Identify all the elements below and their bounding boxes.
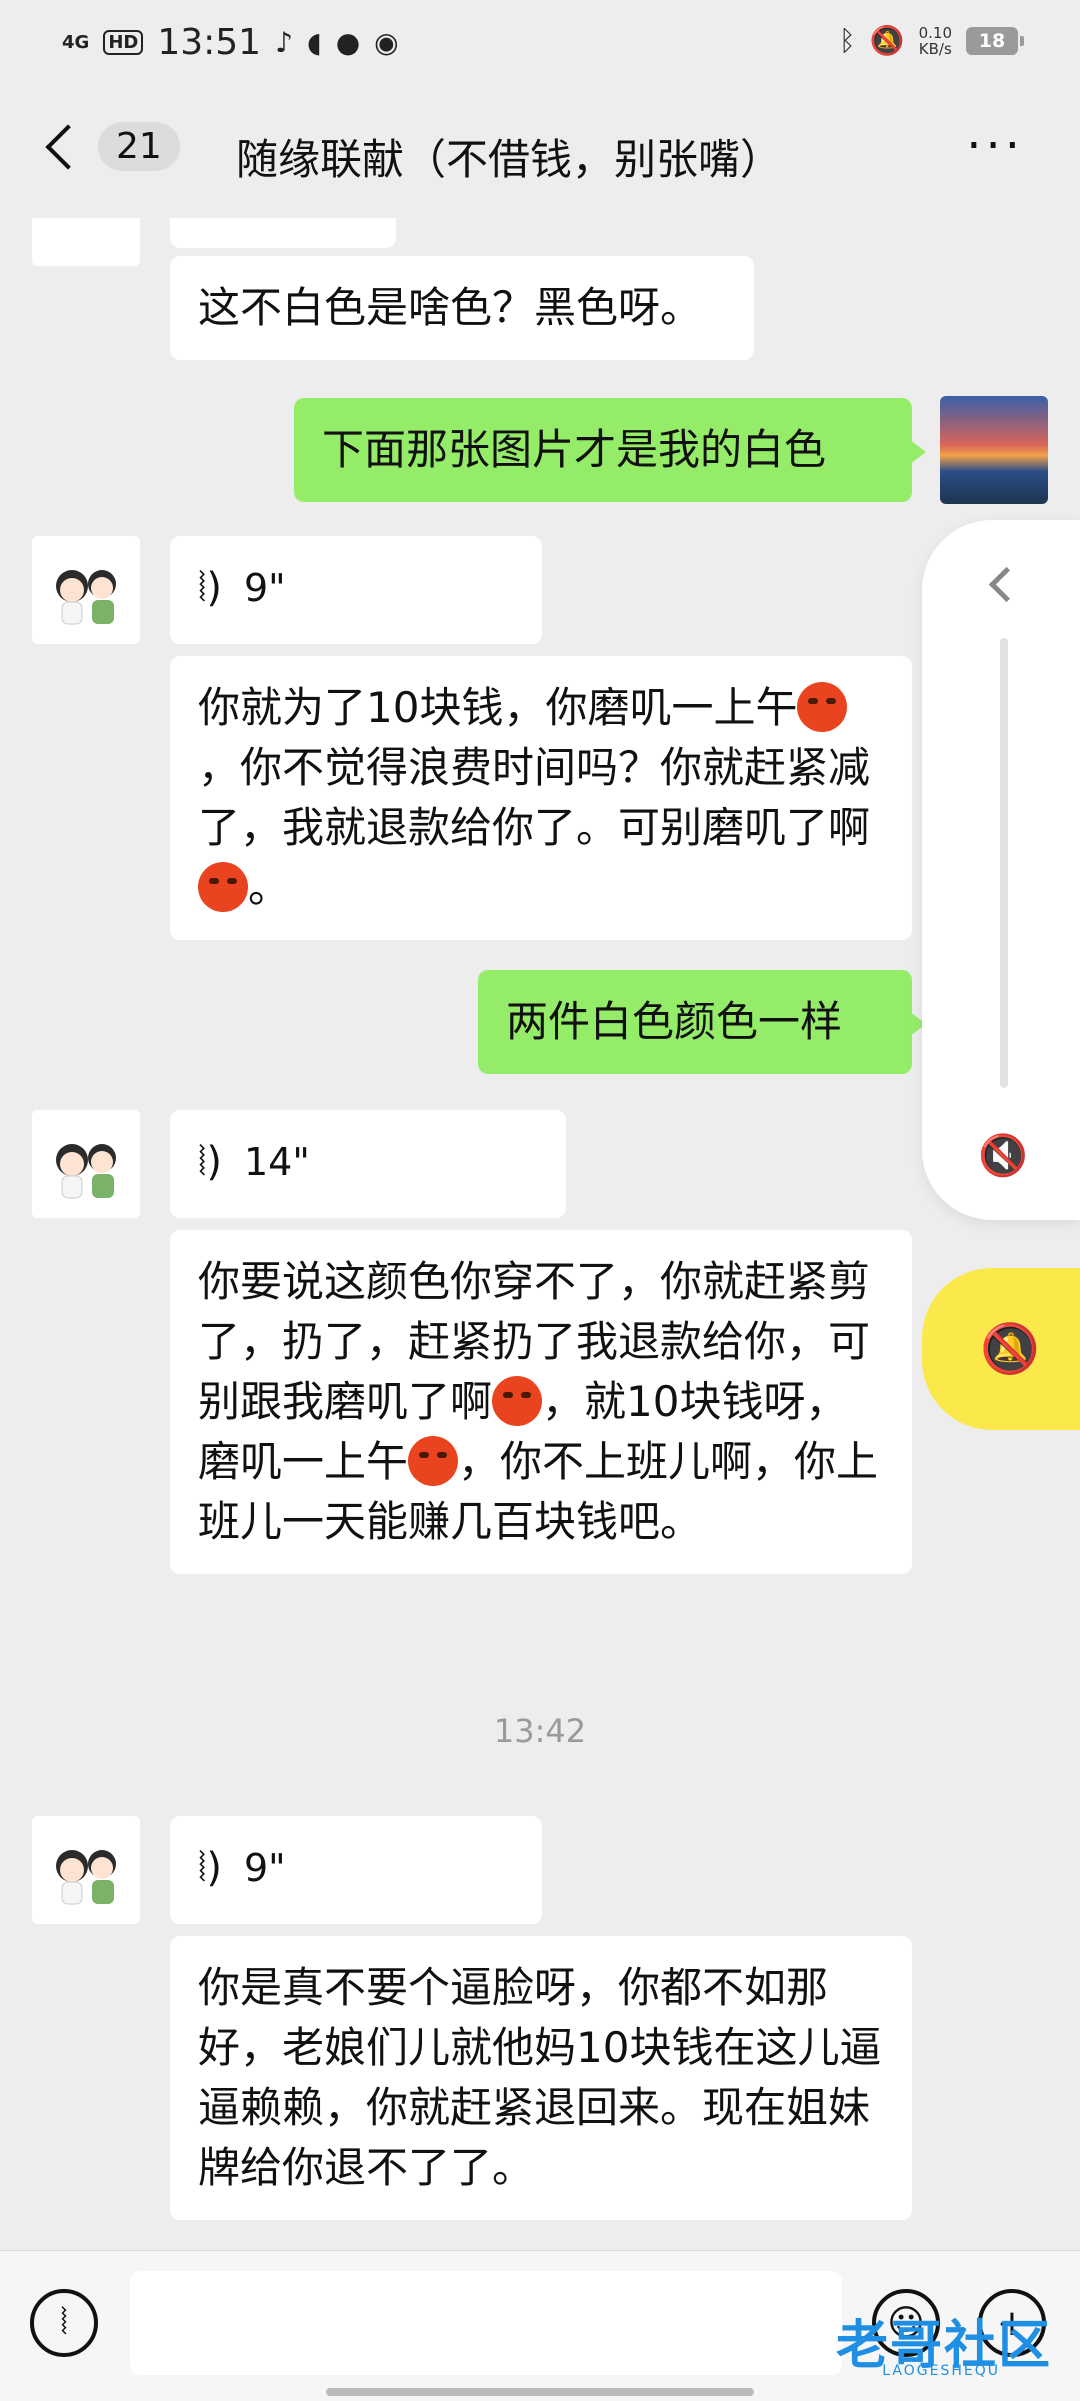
chat-header: 21 随缘联献（不借钱，别张嘴） ··· [0,88,1080,218]
couple-avatar-icon [32,1816,140,1924]
message-text: 下面那张图片才是我的白色 [322,425,827,474]
tiktok-icon: ♪ [275,26,293,59]
avatar[interactable] [32,218,140,266]
status-time: 13:51 [157,22,262,63]
avatar[interactable] [32,1816,140,1924]
avatar[interactable] [32,1110,140,1218]
voice-duration: 9" [243,566,286,610]
message-bubble[interactable]: 你是真不要个逼脸呀，你都不如那好，老娘们儿就他妈10块钱在这儿逼逼赖赖，你就赶紧… [170,1936,912,2220]
voice-wave-icon: ⦚) [198,1139,222,1185]
message-text: 两件白色颜色一样 [506,997,843,1046]
message-text: 你是真不要个逼脸呀，你都不如那好，老娘们儿就他妈10块钱在这儿逼逼赖赖，你就赶紧… [198,1963,882,2192]
voice-message[interactable]: ⦚) 9" [170,536,542,644]
angry-emoji-icon [492,1376,543,1426]
scroll-track[interactable] [1000,638,1008,1088]
network-indicator: 4G [62,31,90,53]
message-bubble[interactable]: 这不白色是啥色？黑色呀。 [170,256,754,360]
message-bubble[interactable]: 你就为了10块钱，你磨叽一上午 ，你不觉得浪费时间吗？你就赶紧减了，我就退款给你了… [170,656,912,940]
app-icon: ◉ [374,26,399,59]
chat-icon: ● [335,26,361,59]
voice-message[interactable]: ⦚) 9" [170,1816,542,1924]
chat-title: 随缘联献（不借钱，别张嘴） [236,135,783,184]
more-options-button[interactable]: ··· [966,122,1024,170]
speaker-mute-icon[interactable]: 🔇 [978,1132,1028,1179]
input-bar: ⦚ ☺ + 老哥社区 LAOGESHEQU [0,2250,1080,2401]
voice-duration: 9" [243,1846,286,1890]
message-text: ，你不觉得浪费时间吗？你就赶紧减了，我就退款给你了。可别磨叽了啊 [198,743,871,852]
watermark-subtext: LAOGESHEQU [882,2363,1000,2379]
hd-indicator: HD [103,30,144,55]
home-indicator[interactable] [326,2388,754,2396]
my-message-bubble[interactable]: 下面那张图片才是我的白色 [294,398,926,502]
bell-off-icon: 🔕 [980,1321,1040,1377]
back-button[interactable]: 21 [40,122,180,171]
unread-badge: 21 [98,122,180,171]
mute-icon: 🔕 [869,24,905,57]
my-avatar[interactable] [940,396,1048,504]
voice-wave-icon: ⦚) [198,565,222,611]
message-input[interactable] [130,2271,842,2375]
angry-emoji-icon [408,1436,459,1486]
voice-message[interactable]: ⦚) 14" [170,1110,566,1218]
voice-input-button[interactable]: ⦚ [30,2289,98,2357]
chevron-left-icon [45,123,91,170]
message-text: 你就为了10块钱，你磨叽一上午 [198,683,798,732]
collapse-chevron-icon[interactable] [988,566,1025,603]
couple-avatar-icon [32,1110,140,1218]
voice-wave-icon: ⦚) [198,1845,222,1891]
avatar[interactable] [32,536,140,644]
message-list[interactable]: 这不白色是啥色？黑色呀。 下面那张图片才是我的白色 ⦚) 9" 你就为了10块钱… [0,218,1080,2250]
voice-icon: ⦚ [60,2302,68,2343]
qq-icon: ◖ [306,26,322,59]
floating-side-panel[interactable]: 🔇 [922,520,1080,1220]
message-text: 。 [248,863,291,912]
angry-emoji-icon [797,682,848,732]
message-text: 这不白色是啥色？黑色呀。 [198,283,703,332]
network-speed: 0.10 KB/s [918,23,952,58]
couple-avatar-icon [32,536,140,644]
status-bar: 4G HD 13:51 ♪ ◖ ● ◉ ᛒ 🔕 0.10 KB/s 18 [0,0,1080,88]
battery-indicator: 18 [966,26,1024,55]
message-timestamp: 13:42 [493,1712,587,1750]
message-bubble[interactable]: 你要说这颜色你穿不了，你就赶紧剪了，扔了，赶紧扔了我退款给你，可别跟我磨叽了啊，… [170,1230,912,1574]
message-bubble[interactable] [170,218,396,248]
voice-duration: 14" [243,1140,310,1184]
angry-emoji-icon [198,862,248,912]
bluetooth-icon: ᛒ [838,24,856,57]
floating-notify-button[interactable]: 🔕 [922,1268,1080,1430]
my-message-bubble[interactable]: 两件白色颜色一样 [478,970,926,1074]
